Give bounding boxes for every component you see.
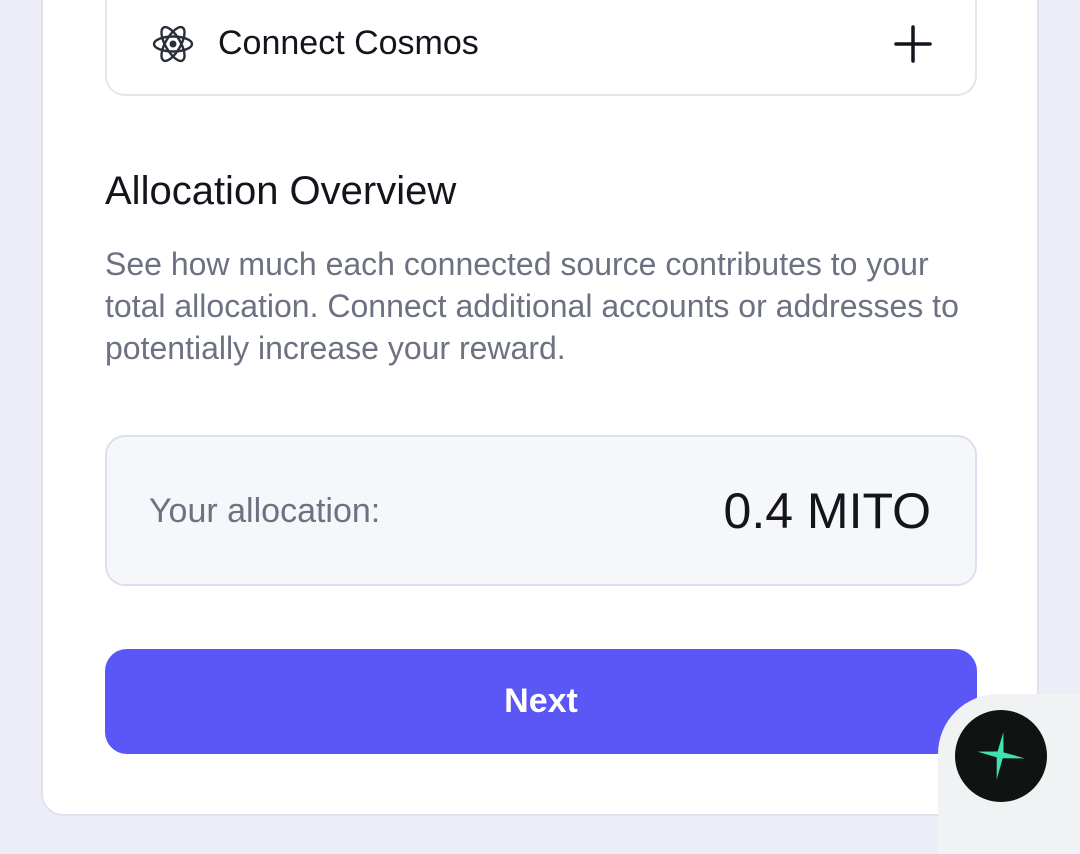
plus-icon[interactable] bbox=[893, 24, 933, 64]
allocation-overview-description: See how much each connected source contr… bbox=[105, 246, 959, 366]
sparkle-icon bbox=[977, 732, 1025, 780]
cosmos-atom-icon bbox=[151, 22, 195, 66]
allocation-overview-title: Allocation Overview bbox=[105, 169, 457, 213]
assistant-floating-button[interactable] bbox=[955, 710, 1047, 802]
allocation-summary: Your allocation: 0.4 MITO bbox=[105, 435, 977, 586]
allocation-value: 0.4 MITO bbox=[723, 483, 931, 539]
next-button[interactable]: Next bbox=[105, 649, 977, 754]
connect-cosmos-label: Connect Cosmos bbox=[218, 24, 479, 62]
connect-cosmos-button[interactable]: Connect Cosmos bbox=[105, 0, 977, 96]
allocation-label: Your allocation: bbox=[149, 492, 381, 530]
